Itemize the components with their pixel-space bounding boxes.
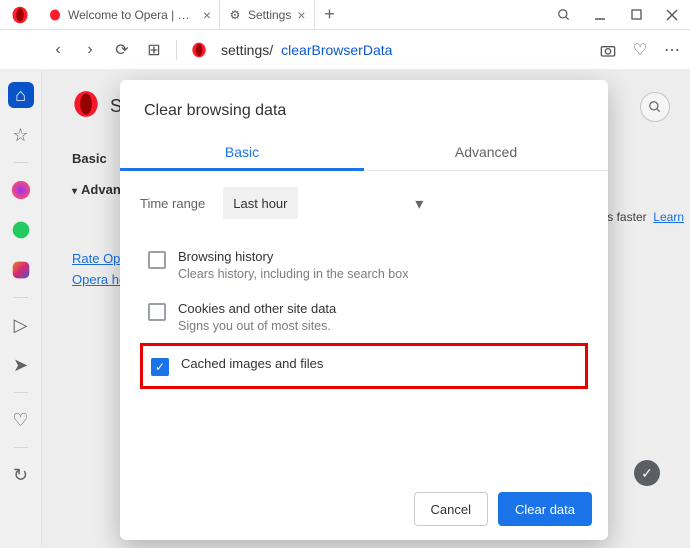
tab-settings[interactable]: ⚙ Settings × <box>220 0 315 29</box>
timerange-select[interactable]: Last hour <box>223 187 298 219</box>
option-cached-files[interactable]: ✓ Cached images and files <box>140 343 588 389</box>
option-cookies[interactable]: Cookies and other site data Signs you ou… <box>140 291 588 343</box>
clear-data-button[interactable]: Clear data <box>498 492 592 526</box>
checkbox[interactable] <box>148 251 166 269</box>
menu-icon[interactable]: ⋯ <box>662 40 682 60</box>
option-subtitle: Signs you out of most sites. <box>178 319 336 333</box>
address-prefix: settings/ <box>221 42 273 58</box>
dialog-title: Clear browsing data <box>120 80 608 138</box>
option-title: Cookies and other site data <box>178 301 336 316</box>
opera-icon <box>189 40 209 60</box>
tab-advanced[interactable]: Advanced <box>364 138 608 170</box>
option-browsing-history[interactable]: Browsing history Clears history, includi… <box>140 239 588 291</box>
tab-basic[interactable]: Basic <box>120 138 364 170</box>
clear-data-dialog: Clear browsing data Basic Advanced Time … <box>120 80 608 540</box>
address-path: clearBrowserData <box>281 42 392 58</box>
tab-welcome[interactable]: Welcome to Opera | Make × <box>40 0 220 29</box>
checkbox[interactable] <box>148 303 166 321</box>
option-subtitle: Clears history, including in the search … <box>178 267 408 281</box>
dialog-tabs: Basic Advanced <box>120 138 608 171</box>
opera-menu-icon[interactable] <box>0 0 40 29</box>
checkbox-checked[interactable]: ✓ <box>151 358 169 376</box>
back-icon[interactable]: ‹ <box>48 40 68 60</box>
close-window-icon[interactable] <box>654 0 690 29</box>
window-controls <box>546 0 690 29</box>
minimize-icon[interactable] <box>582 0 618 29</box>
close-icon[interactable]: × <box>297 7 305 23</box>
new-tab-button[interactable]: + <box>315 0 345 29</box>
cancel-button[interactable]: Cancel <box>414 492 488 526</box>
tab-label: Settings <box>248 8 291 22</box>
forward-icon[interactable]: › <box>80 40 100 60</box>
address-bar[interactable]: settings/clearBrowserData <box>221 42 586 58</box>
gear-icon: ⚙ <box>228 8 242 22</box>
timerange-label: Time range <box>140 196 205 211</box>
search-in-tabs-icon[interactable] <box>546 0 582 29</box>
close-icon[interactable]: × <box>203 7 211 23</box>
divider <box>176 40 177 60</box>
titlebar: Welcome to Opera | Make × ⚙ Settings × + <box>0 0 690 30</box>
option-title: Browsing history <box>178 249 408 264</box>
option-title: Cached images and files <box>181 356 323 371</box>
tab-label: Welcome to Opera | Make <box>68 8 197 22</box>
heart-icon[interactable]: ♡ <box>630 40 650 60</box>
maximize-icon[interactable] <box>618 0 654 29</box>
snapshot-icon[interactable] <box>598 40 618 60</box>
speed-dial-icon[interactable]: ⊞ <box>144 40 164 60</box>
opera-icon <box>48 8 62 22</box>
toolbar: ‹ › ⟳ ⊞ settings/clearBrowserData ♡ ⋯ <box>0 30 690 70</box>
reload-icon[interactable]: ⟳ <box>112 40 132 60</box>
